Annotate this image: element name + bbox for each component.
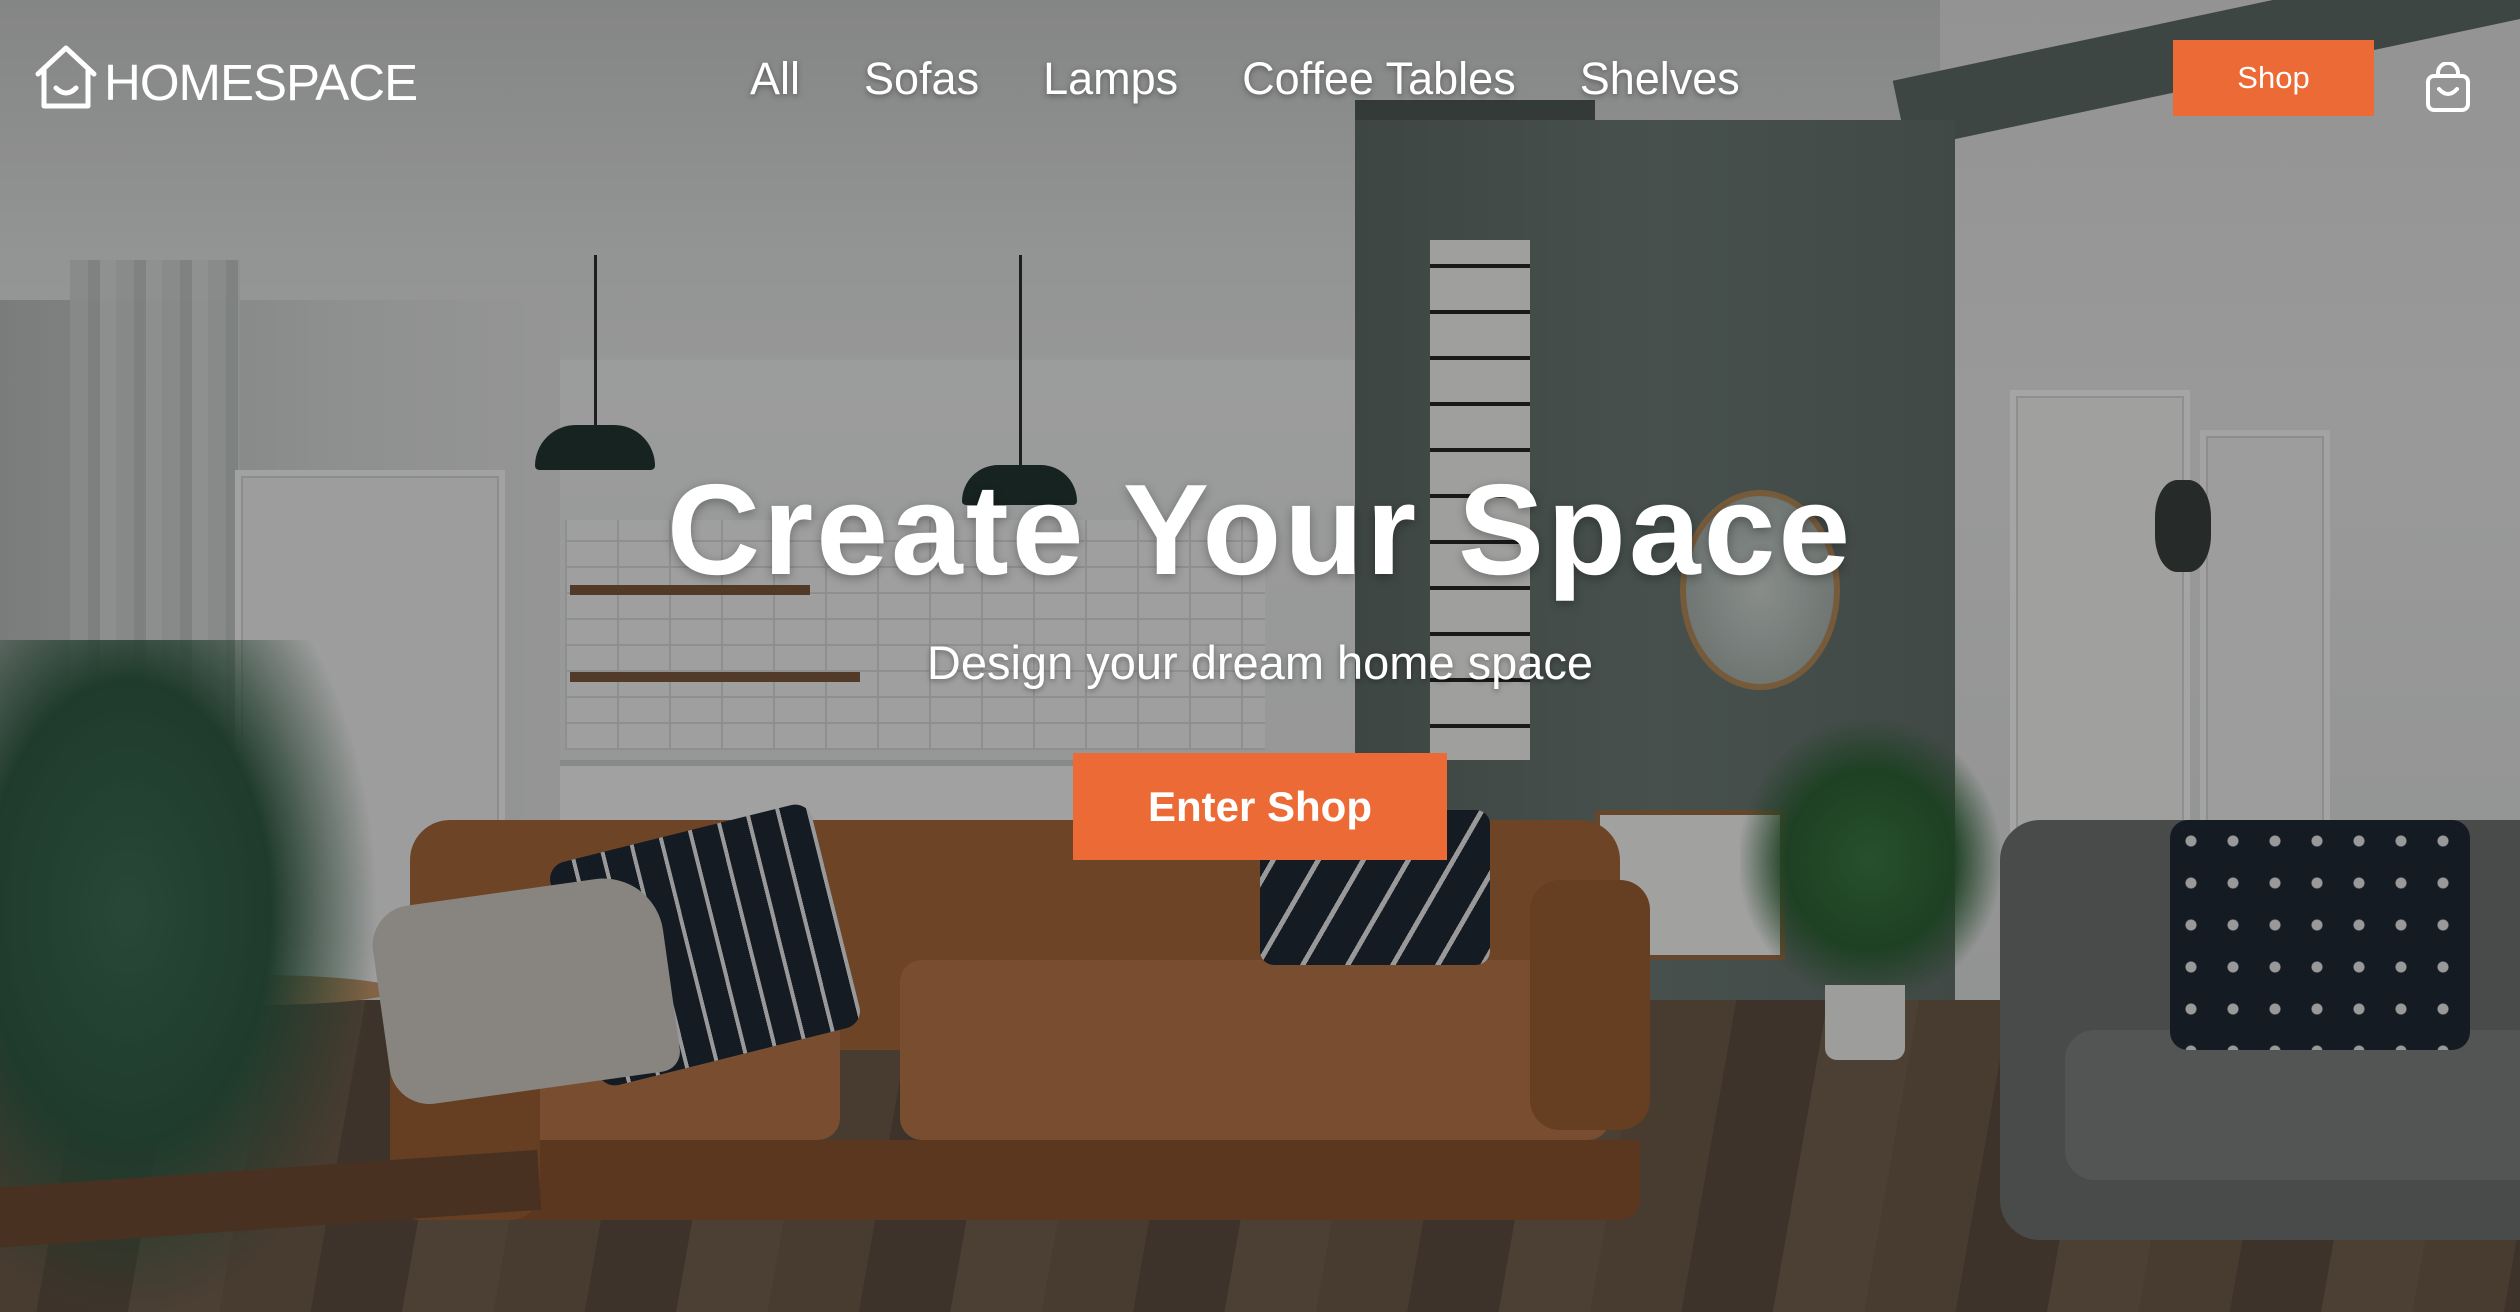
hero-content: Create Your Space Design your dream home… (0, 455, 2520, 860)
enter-shop-button[interactable]: Enter Shop (1073, 753, 1447, 860)
hero-section: HOMESPACE All Sofas Lamps Coffee Tables … (0, 0, 2520, 1312)
brand-logo[interactable]: HOMESPACE (32, 42, 418, 112)
top-navigation: HOMESPACE All Sofas Lamps Coffee Tables … (0, 0, 2520, 160)
nav-link-sofas[interactable]: Sofas (832, 50, 1011, 108)
nav-link-all[interactable]: All (750, 50, 832, 108)
hero-headline: Create Your Space (666, 458, 1854, 602)
category-nav: All Sofas Lamps Coffee Tables Shelves (750, 50, 1772, 108)
hero-subheadline: Design your dream home space (926, 636, 1594, 689)
shopping-bag-icon[interactable] (2424, 62, 2472, 114)
brand-name: HOMESPACE (104, 54, 418, 111)
house-icon (35, 45, 97, 109)
shop-button[interactable]: Shop (2173, 40, 2374, 116)
nav-link-shelves[interactable]: Shelves (1548, 50, 1772, 108)
nav-link-lamps[interactable]: Lamps (1011, 50, 1210, 108)
nav-link-coffee-tables[interactable]: Coffee Tables (1210, 50, 1548, 108)
